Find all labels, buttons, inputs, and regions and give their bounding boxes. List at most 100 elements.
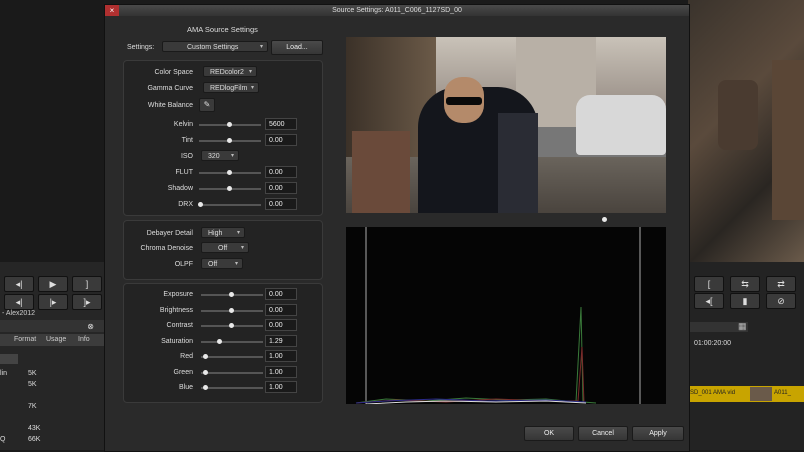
toggle-button[interactable]: ⇄ (766, 276, 796, 292)
mark-in-button[interactable]: [ (694, 276, 724, 292)
step-back-button[interactable]: ◂| (4, 276, 34, 292)
shadow-slider-knob[interactable] (227, 186, 232, 191)
bin-title: - Alex2012 (2, 310, 36, 317)
debayer-detail-label: Debayer Detail (146, 230, 193, 237)
drx-slider-track[interactable] (199, 204, 261, 206)
cancel-button[interactable]: Cancel (578, 426, 628, 441)
green-slider-track[interactable] (201, 372, 263, 374)
timeline-options-icon[interactable]: ▦ (738, 321, 747, 332)
color-space-dropdown[interactable]: REDcolor2 ▾ (203, 66, 257, 77)
tint-label: Tint (181, 137, 193, 144)
mark-out-button[interactable]: ] (72, 276, 102, 292)
tint-field[interactable]: 0.00 (265, 134, 297, 146)
chevron-down-icon: ▾ (259, 44, 263, 50)
kelvin-field[interactable]: 5600 (265, 118, 297, 130)
background-monitor (0, 0, 104, 262)
chevron-down-icon: ▾ (236, 230, 240, 236)
iso-dropdown[interactable]: 320 ▾ (201, 150, 239, 161)
histogram-graph (355, 227, 641, 404)
settings-dropdown[interactable]: Custom Settings ▾ (162, 41, 268, 52)
person-figure (718, 80, 758, 150)
blue-slider-knob[interactable] (203, 385, 208, 390)
eyedropper-icon[interactable]: ✎ (199, 98, 215, 112)
debayer-detail-dropdown[interactable]: High ▾ (201, 227, 245, 238)
chroma-denoise-label: Chroma Denoise (140, 245, 193, 252)
settings-label: Settings: (127, 44, 155, 51)
drx-label: DRX (178, 201, 193, 208)
exposure-field[interactable]: 0.00 (265, 288, 297, 300)
contrast-field[interactable]: 0.00 (265, 319, 297, 331)
next-edit-button[interactable]: |▸ (38, 294, 68, 310)
clip-name: SD_001 AMA vid (690, 390, 736, 396)
brightness-slider-knob[interactable] (229, 308, 234, 313)
kelvin-slider-knob[interactable] (227, 122, 232, 127)
olpf-dropdown[interactable]: Off ▾ (201, 258, 243, 269)
trim-button[interactable]: ◂[ (694, 293, 724, 309)
kelvin-label: Kelvin (173, 121, 193, 128)
green-field[interactable]: 1.00 (265, 366, 297, 378)
column-usage[interactable]: Usage (46, 336, 66, 343)
timecode: 01:00:20:00 (694, 340, 731, 347)
close-bin-icon[interactable]: ⊗ (87, 322, 94, 331)
saturation-slider-track[interactable] (201, 341, 263, 343)
red-slider-knob[interactable] (203, 354, 208, 359)
blue-slider-track[interactable] (201, 387, 263, 389)
saturation-field[interactable]: 1.29 (265, 335, 297, 347)
flut-label: FLUT (175, 169, 194, 176)
flut-field[interactable]: 0.00 (265, 166, 297, 178)
timeline-clip[interactable]: SD_001 AMA vid A011_ (688, 386, 804, 402)
car-region (576, 95, 666, 155)
drx-field[interactable]: 0.00 (265, 198, 297, 210)
red-field[interactable]: 1.00 (265, 350, 297, 362)
saturation-slider-knob[interactable] (217, 339, 222, 344)
close-icon[interactable]: × (105, 5, 119, 16)
play-button[interactable]: ▶ (38, 276, 68, 292)
green-slider-knob[interactable] (203, 370, 208, 375)
splice-button[interactable]: ]▸ (72, 294, 102, 310)
exposure-slider-knob[interactable] (229, 292, 234, 297)
saturation-label: Saturation (161, 338, 193, 345)
chevron-down-icon: ▾ (248, 69, 252, 75)
color-space-label: Color Space (154, 69, 193, 76)
tint-slider-knob[interactable] (227, 138, 232, 143)
white-balance-label: White Balance (147, 102, 193, 109)
bin-row-size: 5K (28, 381, 37, 388)
gamma-curve-dropdown[interactable]: REDlogFilm ▾ (203, 82, 259, 93)
chroma-denoise-dropdown[interactable]: Off ▾ (201, 242, 249, 253)
red-label: Red (180, 353, 193, 360)
brightness-label: Brightness (159, 307, 193, 314)
chevron-down-icon: ▾ (250, 85, 254, 91)
match-frame-button[interactable]: ⇆ (730, 276, 760, 292)
preview-scrub-knob[interactable] (602, 217, 607, 222)
contrast-label: Contrast (166, 322, 193, 329)
bin-row-label: Q (0, 436, 6, 443)
olpf-label: OLPF (174, 261, 193, 268)
green-label: Green (173, 369, 193, 376)
contrast-slider-knob[interactable] (229, 323, 234, 328)
flut-slider-knob[interactable] (227, 170, 232, 175)
gamma-curve-value: REDlogFilm (210, 85, 248, 92)
iso-label: ISO (180, 153, 193, 160)
apply-button[interactable]: Apply (632, 426, 684, 441)
ok-button[interactable]: OK (524, 426, 574, 441)
drx-slider-knob[interactable] (198, 202, 203, 207)
prev-edit-button[interactable]: ◂| (4, 294, 34, 310)
column-info[interactable]: Info (78, 336, 90, 343)
shadow-label: Shadow (167, 185, 193, 192)
blue-field[interactable]: 1.00 (265, 381, 297, 393)
clip-name: A011_ (774, 390, 791, 396)
bin-row-size: 43K (28, 425, 41, 432)
chevron-down-icon: ▾ (230, 153, 234, 159)
chroma-denoise-value: Off (218, 245, 228, 252)
shadow-field[interactable]: 0.00 (265, 182, 297, 194)
load-button[interactable]: Load... (271, 40, 323, 55)
segment-button[interactable]: ▮ (730, 293, 760, 309)
iso-value: 320 (208, 153, 220, 160)
brightness-field[interactable]: 0.00 (265, 304, 297, 316)
dialog-titlebar: Source Settings: A011_C006_1127SD_00 (105, 5, 689, 16)
column-format[interactable]: Format (14, 336, 36, 343)
chevron-down-icon: ▾ (234, 261, 238, 267)
red-slider-track[interactable] (201, 356, 263, 358)
settings-button[interactable]: ⊘ (766, 293, 796, 309)
debayer-detail-value: High (208, 230, 223, 237)
